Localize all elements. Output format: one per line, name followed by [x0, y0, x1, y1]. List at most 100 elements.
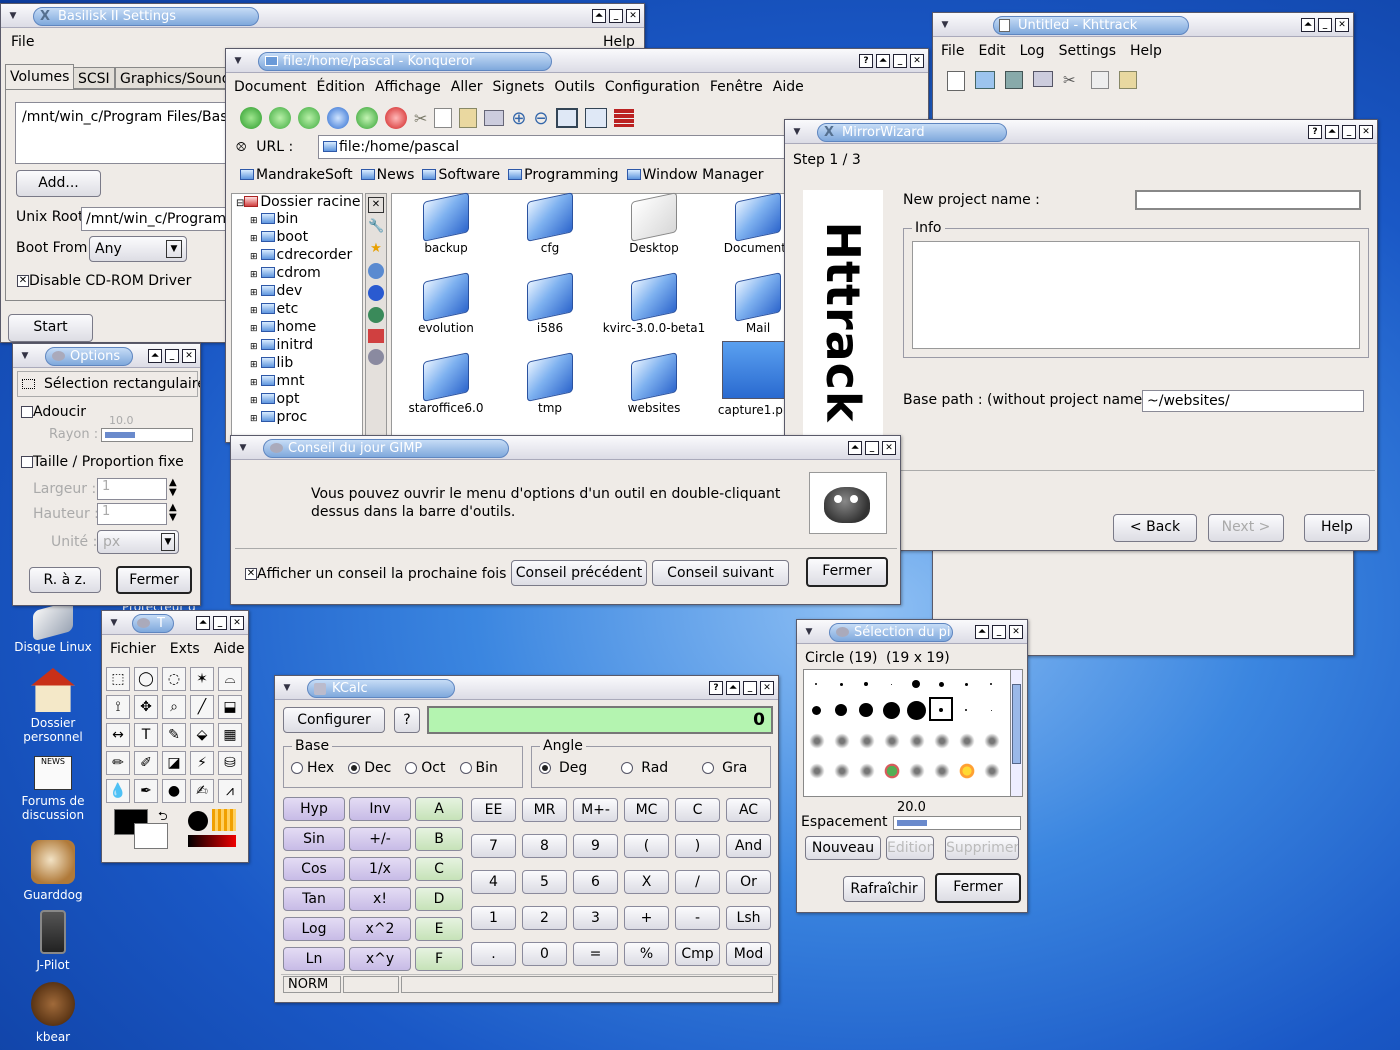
clear-url-icon[interactable]: ⮾: [236, 140, 246, 155]
minimize-button[interactable]: _: [1318, 18, 1332, 32]
calc-key[interactable]: ): [675, 834, 720, 858]
brush-swatch[interactable]: [958, 762, 976, 780]
up-arrow-icon[interactable]: [240, 107, 262, 129]
forward-arrow-icon[interactable]: [298, 107, 320, 129]
brush-swatch[interactable]: [965, 709, 967, 711]
airbrush-icon[interactable]: ⚡: [190, 751, 214, 775]
calc-key[interactable]: 5: [522, 870, 567, 894]
paste-icon[interactable]: [459, 108, 478, 128]
base-radio-hex[interactable]: Hex: [291, 760, 334, 776]
base-radio-bin[interactable]: Bin: [459, 760, 498, 776]
calc-key[interactable]: Mod: [726, 942, 771, 966]
unite-select[interactable]: px ▼: [97, 530, 179, 554]
unix-root-field[interactable]: /mnt/win_c/Program F: [81, 207, 241, 231]
bookmark-mandrakesoft[interactable]: MandrakeSoft: [240, 167, 353, 183]
window-menu-icon[interactable]: ▼: [789, 125, 805, 139]
help-question-button[interactable]: ?: [394, 707, 420, 733]
file-item[interactable]: cfg: [498, 192, 602, 255]
brush-swatch[interactable]: [908, 762, 926, 780]
desktop-icon-home[interactable]: Dossier personnel: [3, 668, 103, 744]
project-name-input[interactable]: [1135, 190, 1361, 210]
hex-key[interactable]: C: [415, 857, 463, 881]
close-tip-button[interactable]: Fermer: [806, 557, 888, 587]
menu-edit[interactable]: Edit: [978, 43, 1005, 59]
next-button[interactable]: Next >: [1208, 514, 1284, 542]
calc-key[interactable]: MR: [522, 798, 567, 822]
services-icon[interactable]: [368, 349, 384, 365]
configure-button[interactable]: Configurer: [283, 707, 385, 733]
slider-handle[interactable]: [897, 820, 927, 826]
func-key[interactable]: Sin: [283, 827, 345, 851]
bucket-fill-icon[interactable]: ⬙: [190, 723, 214, 747]
title-bar[interactable]: ▼ KCalc ? ⏶ _ ✕: [275, 676, 778, 700]
copy-icon[interactable]: [434, 108, 453, 128]
tree-item-cdrom[interactable]: ⊞ cdrom: [250, 265, 321, 281]
bookmarks-icon[interactable]: ★: [368, 241, 384, 257]
brush-swatch[interactable]: [815, 683, 817, 685]
calc-key[interactable]: And: [726, 834, 771, 858]
brush-swatch[interactable]: [933, 762, 951, 780]
angle-radio-rad[interactable]: Rad: [621, 760, 668, 776]
pattern-preview[interactable]: [212, 809, 236, 831]
tree-item-boot[interactable]: ⊞ boot: [250, 229, 308, 245]
hex-key[interactable]: F: [415, 947, 463, 971]
paintbrush-icon[interactable]: ✐: [134, 751, 158, 775]
calc-key[interactable]: 6: [573, 870, 618, 894]
shade-button[interactable]: ⏶: [196, 616, 210, 630]
help-button[interactable]: ?: [1308, 125, 1322, 139]
blur-icon[interactable]: 💧: [106, 779, 130, 803]
back-arrow-icon[interactable]: [269, 107, 291, 129]
brush-swatch[interactable]: [808, 762, 826, 780]
tab-graphics-sound[interactable]: Graphics/Sound: [115, 67, 236, 89]
tree-item-mnt[interactable]: ⊞ mnt: [250, 373, 305, 389]
title-bar[interactable]: ▼ file:/home/pascal - Konqueror ? ⏶ _ ✕: [226, 49, 928, 73]
file-item[interactable]: staroffice6.0: [394, 352, 498, 415]
brush-swatch[interactable]: [964, 682, 968, 686]
menu-file[interactable]: File: [11, 34, 34, 50]
close-button[interactable]: ✕: [760, 681, 774, 695]
view-icon[interactable]: [555, 108, 578, 128]
calc-key[interactable]: Lsh: [726, 906, 771, 930]
brush-swatch[interactable]: [908, 732, 926, 750]
menu-log[interactable]: Log: [1020, 43, 1045, 59]
root-folder-tab-icon[interactable]: [368, 329, 384, 343]
brush-swatch[interactable]: [882, 701, 900, 719]
desktop-icon-jpilot[interactable]: J-Pilot: [3, 910, 103, 972]
shade-button[interactable]: ⏶: [1325, 125, 1339, 139]
network-icon[interactable]: [368, 307, 384, 323]
close-button[interactable]: ✕: [182, 349, 196, 363]
menu-aide[interactable]: Aide: [214, 641, 245, 657]
calc-key[interactable]: MC: [624, 798, 669, 822]
menu-help[interactable]: Help: [1130, 43, 1162, 59]
close-button[interactable]: ✕: [910, 54, 924, 68]
desktop-icon-news[interactable]: NEWS Forums de discussion: [3, 756, 103, 822]
file-item[interactable]: tmp: [498, 352, 602, 415]
ink-icon[interactable]: ✒: [134, 779, 158, 803]
zoom-out-icon[interactable]: ⊖: [534, 108, 549, 129]
fuzzy-select-icon[interactable]: ✶: [190, 667, 214, 691]
menu-file[interactable]: File: [941, 43, 964, 59]
tree-item-opt[interactable]: ⊞ opt: [250, 391, 300, 407]
smudge-icon[interactable]: ✍: [190, 779, 214, 803]
brush-swatch[interactable]: [983, 762, 1001, 780]
selected-brush[interactable]: [929, 697, 953, 721]
move-icon[interactable]: ✥: [134, 695, 158, 719]
reload-icon[interactable]: [356, 107, 378, 129]
window-menu-icon[interactable]: ▼: [279, 681, 295, 695]
brush-preview[interactable]: [188, 811, 208, 831]
close-brush-button[interactable]: Fermer: [935, 873, 1021, 903]
menu-configuration[interactable]: Configuration: [605, 79, 700, 95]
next-tip-button[interactable]: Conseil suivant: [652, 560, 789, 586]
close-button[interactable]: ✕: [1359, 125, 1373, 139]
spin-icon[interactable]: ▲ ▼: [169, 503, 177, 523]
func-key[interactable]: Inv: [349, 797, 411, 821]
add-button[interactable]: Add...: [16, 170, 101, 197]
home-icon[interactable]: [327, 107, 349, 129]
calc-key[interactable]: 3: [573, 906, 618, 930]
window-menu-icon[interactable]: ▼: [235, 441, 251, 455]
open-icon[interactable]: [975, 71, 995, 89]
tree-item-initrd[interactable]: ⊞ initrd: [250, 337, 313, 353]
tree-item-home[interactable]: ⊞ home: [250, 319, 316, 335]
close-panel-icon[interactable]: ✕: [368, 197, 384, 213]
boot-from-select[interactable]: Any ▼: [89, 236, 187, 262]
